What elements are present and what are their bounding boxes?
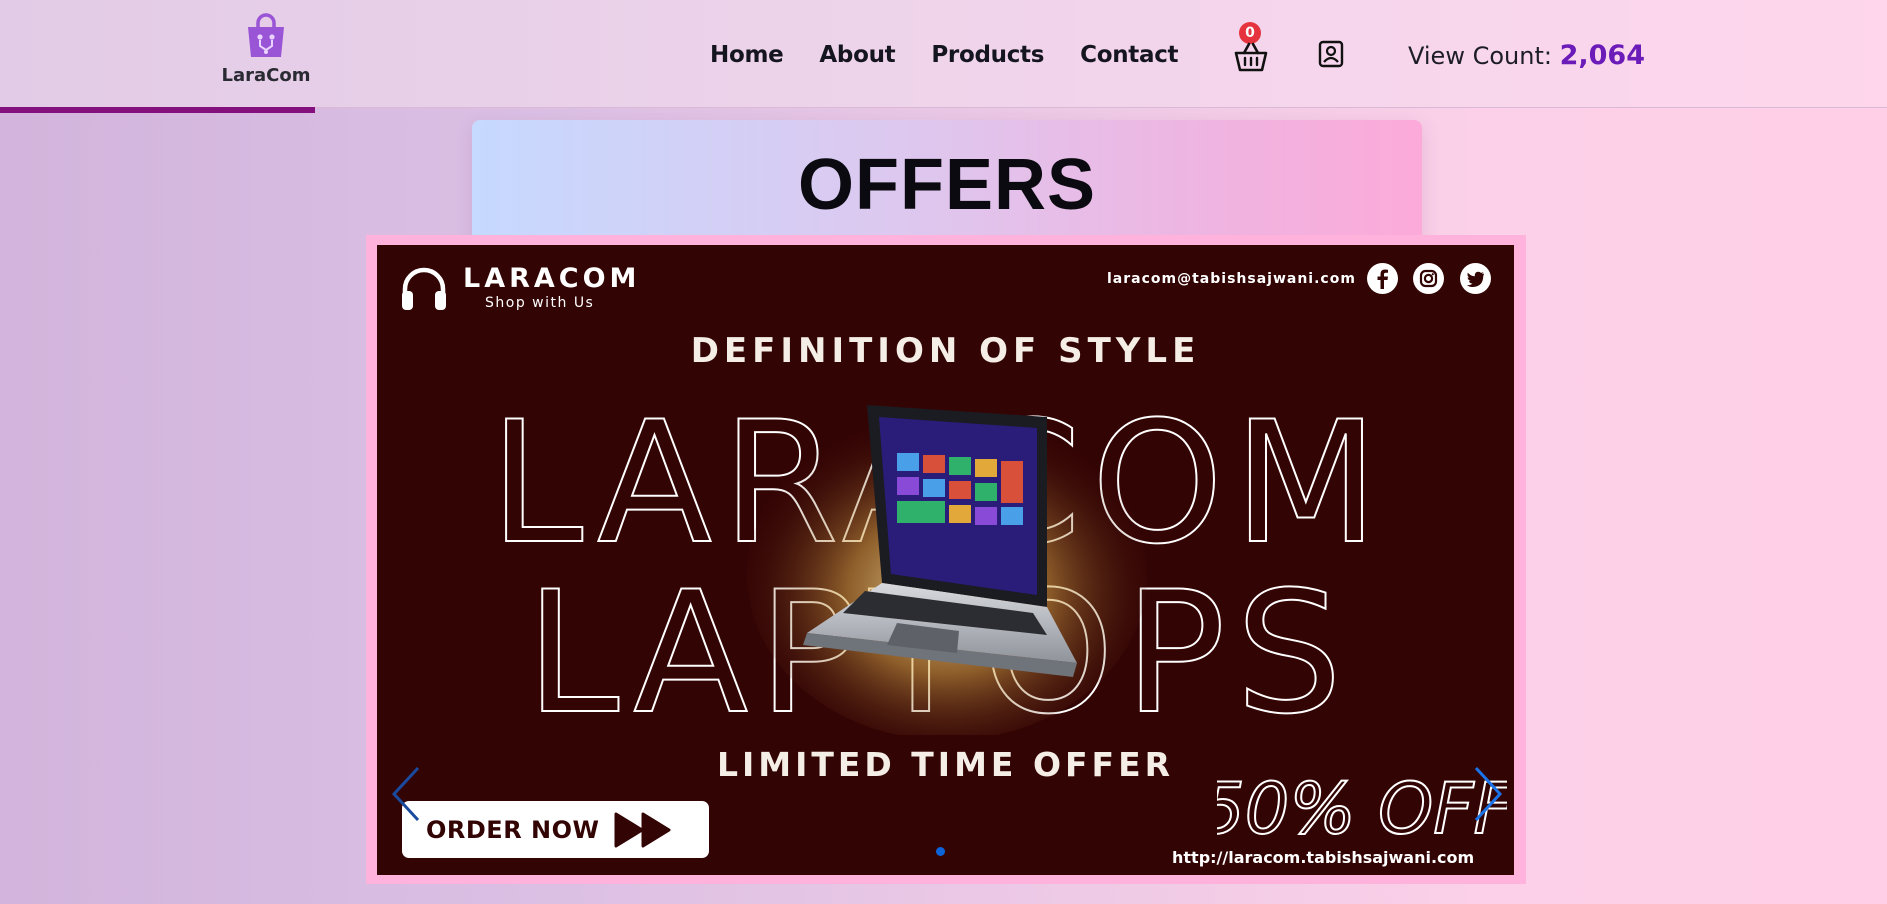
nav-home-link[interactable]: Home	[710, 42, 784, 72]
cart-button[interactable]: 0	[1232, 22, 1272, 74]
offers-carousel: LARACOM Shop with Us laracom@tabishsajwa…	[366, 235, 1526, 884]
chevron-right-icon	[1474, 766, 1503, 822]
offers-title: OFFERS	[797, 145, 1096, 225]
discount-text: 50% OFF	[1217, 768, 1507, 847]
view-count: View Count: 2,064	[1408, 40, 1645, 71]
main-nav: Home About Products Contact	[710, 42, 1179, 72]
navbar: LaraCom Home About Products Contact 0 Vi…	[0, 0, 1887, 108]
profile-icon	[1318, 40, 1344, 68]
nav-contact-link[interactable]: Contact	[1080, 42, 1178, 72]
view-count-label: View Count:	[1408, 42, 1552, 70]
carousel-next-button[interactable]	[1472, 765, 1504, 827]
brand-logo-link[interactable]: LaraCom	[221, 13, 311, 86]
order-now-button[interactable]: ORDER NOW	[402, 801, 709, 858]
chevron-left-icon	[391, 766, 420, 822]
order-now-label: ORDER NOW	[426, 815, 600, 844]
nav-about-link[interactable]: About	[819, 42, 895, 72]
brand-logo-text: LaraCom	[221, 65, 311, 86]
carousel-indicator-active[interactable]	[936, 847, 945, 856]
carousel-prev-button[interactable]	[390, 765, 422, 827]
offers-section-header: OFFERS	[472, 120, 1422, 245]
active-nav-underline	[0, 107, 315, 113]
offer-banner-slide[interactable]: LARACOM Shop with Us laracom@tabishsajwa…	[377, 245, 1514, 875]
profile-button[interactable]	[1318, 40, 1344, 72]
cart-count-badge: 0	[1239, 22, 1261, 44]
nav-products-link[interactable]: Products	[931, 42, 1044, 72]
laptop-image	[747, 405, 1147, 735]
shopping-bag-icon	[248, 13, 284, 57]
discount-label: 50% OFF	[1217, 767, 1507, 847]
view-count-value: 2,064	[1559, 40, 1645, 71]
fast-forward-icon	[614, 812, 670, 847]
basket-icon	[1234, 42, 1268, 72]
banner-url: http://laracom.tabishsajwani.com	[1172, 848, 1475, 867]
